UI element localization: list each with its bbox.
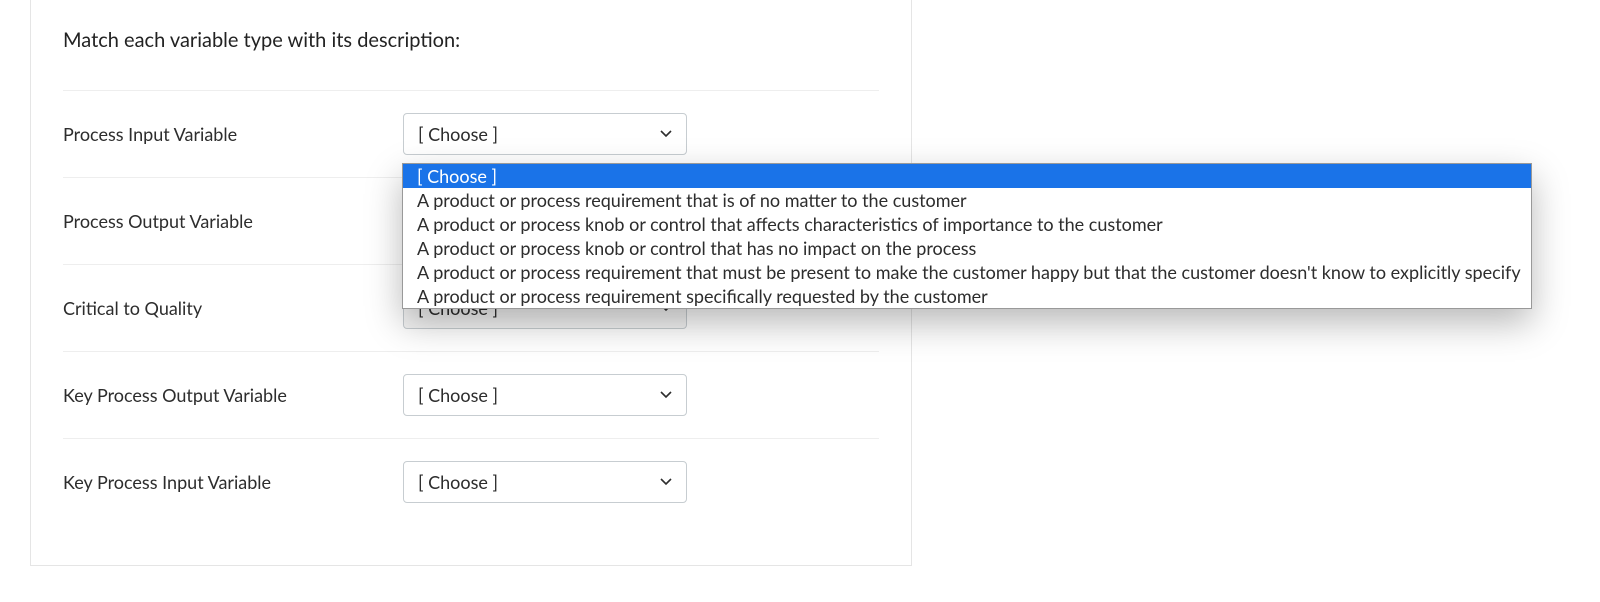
chevron-down-icon — [660, 130, 672, 138]
match-row: Key Process Input Variable [ Choose ] — [63, 438, 879, 525]
dropdown-option[interactable]: A product or process knob or control tha… — [403, 212, 1531, 236]
dropdown-listbox[interactable]: [ Choose ] A product or process requirem… — [402, 163, 1532, 309]
match-label: Key Process Input Variable — [63, 471, 403, 493]
match-label: Process Output Variable — [63, 210, 403, 232]
match-label: Key Process Output Variable — [63, 384, 403, 406]
match-label: Process Input Variable — [63, 123, 403, 145]
match-row: Key Process Output Variable [ Choose ] — [63, 351, 879, 438]
match-select-key-process-input-variable[interactable]: [ Choose ] — [403, 461, 687, 503]
dropdown-option[interactable]: A product or process requirement that mu… — [403, 260, 1531, 284]
chevron-down-icon — [660, 478, 672, 486]
dropdown-option[interactable]: A product or process requirement specifi… — [403, 284, 1531, 308]
match-label: Critical to Quality — [63, 297, 403, 319]
dropdown-option[interactable]: A product or process requirement that is… — [403, 188, 1531, 212]
dropdown-option[interactable]: [ Choose ] — [403, 164, 1531, 188]
match-select-key-process-output-variable[interactable]: [ Choose ] — [403, 374, 687, 416]
select-value: [ Choose ] — [418, 123, 498, 145]
chevron-down-icon — [660, 391, 672, 399]
question-prompt: Match each variable type with its descri… — [63, 28, 879, 52]
select-value: [ Choose ] — [418, 384, 498, 406]
dropdown-option[interactable]: A product or process knob or control tha… — [403, 236, 1531, 260]
select-value: [ Choose ] — [418, 471, 498, 493]
match-select-process-input-variable[interactable]: [ Choose ] — [403, 113, 687, 155]
